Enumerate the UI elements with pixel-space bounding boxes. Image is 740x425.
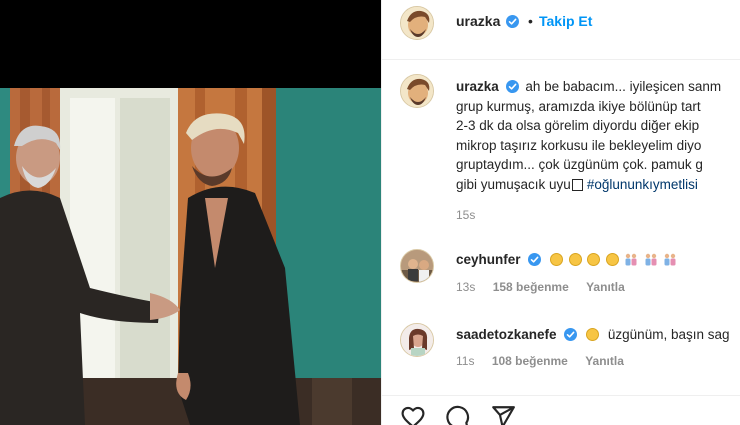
heart-emoji-icon bbox=[571, 178, 583, 191]
caption-text-end: gibi yumuşacık uyu bbox=[456, 176, 571, 192]
avatar-image bbox=[401, 250, 433, 282]
post-side-panel: urazka • Takip Et urazka ah be babacım..… bbox=[381, 0, 740, 425]
caption-line-3: 2-3 dk da olsa görelim diyordu diğer eki… bbox=[456, 118, 700, 134]
comment-2-time[interactable]: 11s bbox=[456, 354, 474, 368]
family-icon bbox=[664, 253, 676, 266]
photo-illustration bbox=[0, 88, 381, 425]
avatar-image bbox=[401, 324, 433, 356]
comment-1-meta: 13s 158 beğenme Yanıtla bbox=[456, 280, 625, 294]
comment-1-username[interactable]: ceyhunfer bbox=[456, 252, 521, 267]
post-photo[interactable] bbox=[0, 88, 381, 425]
caption-timestamp[interactable]: 15s bbox=[456, 208, 475, 222]
header-dot-separator: • bbox=[528, 13, 533, 29]
verified-badge-icon bbox=[505, 80, 519, 93]
caption-line-4: mikrop taşırız korkusu ile bekleyelim di… bbox=[456, 137, 702, 153]
comment-icon[interactable] bbox=[444, 404, 470, 425]
verified-badge-icon bbox=[527, 253, 541, 266]
caption-hashtag[interactable]: #oğlununkıymetlisi bbox=[587, 177, 698, 192]
post-media[interactable] bbox=[0, 0, 381, 425]
comment-2-text: üzgünüm, başın sag bbox=[607, 327, 730, 342]
comment-1-line: ceyhunfer bbox=[456, 251, 677, 269]
caption-text: ah be babacım... iyileşicen sanm bbox=[525, 79, 722, 94]
comment-avatar[interactable] bbox=[400, 323, 434, 357]
comment-2-reply-button[interactable]: Yanıtla bbox=[585, 354, 624, 368]
heart-icon[interactable] bbox=[400, 404, 426, 425]
caption-avatar[interactable] bbox=[400, 74, 434, 108]
caption-username[interactable]: urazka bbox=[456, 79, 499, 94]
caption-line-6: gibi yumuşacık uyu #oğlununkıymetlisi bbox=[456, 175, 740, 195]
caption-line-2: grup kurmuş, aramızda ikiye bölünüp tart bbox=[456, 98, 701, 114]
avatar-image bbox=[401, 7, 433, 39]
comment-2-line: saadetozkanefe üzgünüm, başın sag bbox=[456, 326, 730, 344]
post-actions bbox=[382, 395, 740, 425]
comment-1-reply-button[interactable]: Yanıtla bbox=[586, 280, 625, 294]
family-icon bbox=[625, 253, 637, 266]
sad-face-icon bbox=[568, 253, 582, 266]
post-caption: urazka ah be babacım... iyileşicen sanm … bbox=[456, 77, 740, 195]
avatar-image bbox=[401, 75, 433, 107]
sad-face-icon bbox=[586, 328, 600, 341]
caption-line-5: gruptaydım... çok üzgünüm çok. pamuk g bbox=[456, 157, 703, 173]
comment-1-time[interactable]: 13s bbox=[456, 280, 475, 294]
verified-badge-icon bbox=[506, 15, 519, 28]
comment-avatar[interactable] bbox=[400, 249, 434, 283]
family-icon bbox=[645, 253, 657, 266]
sad-face-icon bbox=[550, 253, 564, 266]
share-icon[interactable] bbox=[490, 404, 516, 425]
post-header: urazka • Takip Et bbox=[382, 0, 740, 60]
comment-2-likes[interactable]: 108 beğenme bbox=[492, 354, 568, 368]
sad-face-icon bbox=[605, 253, 619, 266]
avatar[interactable] bbox=[400, 6, 434, 40]
sad-face-icon bbox=[587, 253, 601, 266]
header-username[interactable]: urazka bbox=[456, 13, 500, 29]
caption-line-1: urazka ah be babacım... iyileşicen sanm bbox=[456, 77, 740, 97]
comment-2-username[interactable]: saadetozkanefe bbox=[456, 327, 557, 342]
comment-1-likes[interactable]: 158 beğenme bbox=[493, 280, 569, 294]
verified-badge-icon bbox=[564, 328, 577, 341]
follow-button[interactable]: Takip Et bbox=[539, 13, 592, 29]
comment-2-meta: 11s 108 beğenme Yanıtla bbox=[456, 354, 624, 368]
